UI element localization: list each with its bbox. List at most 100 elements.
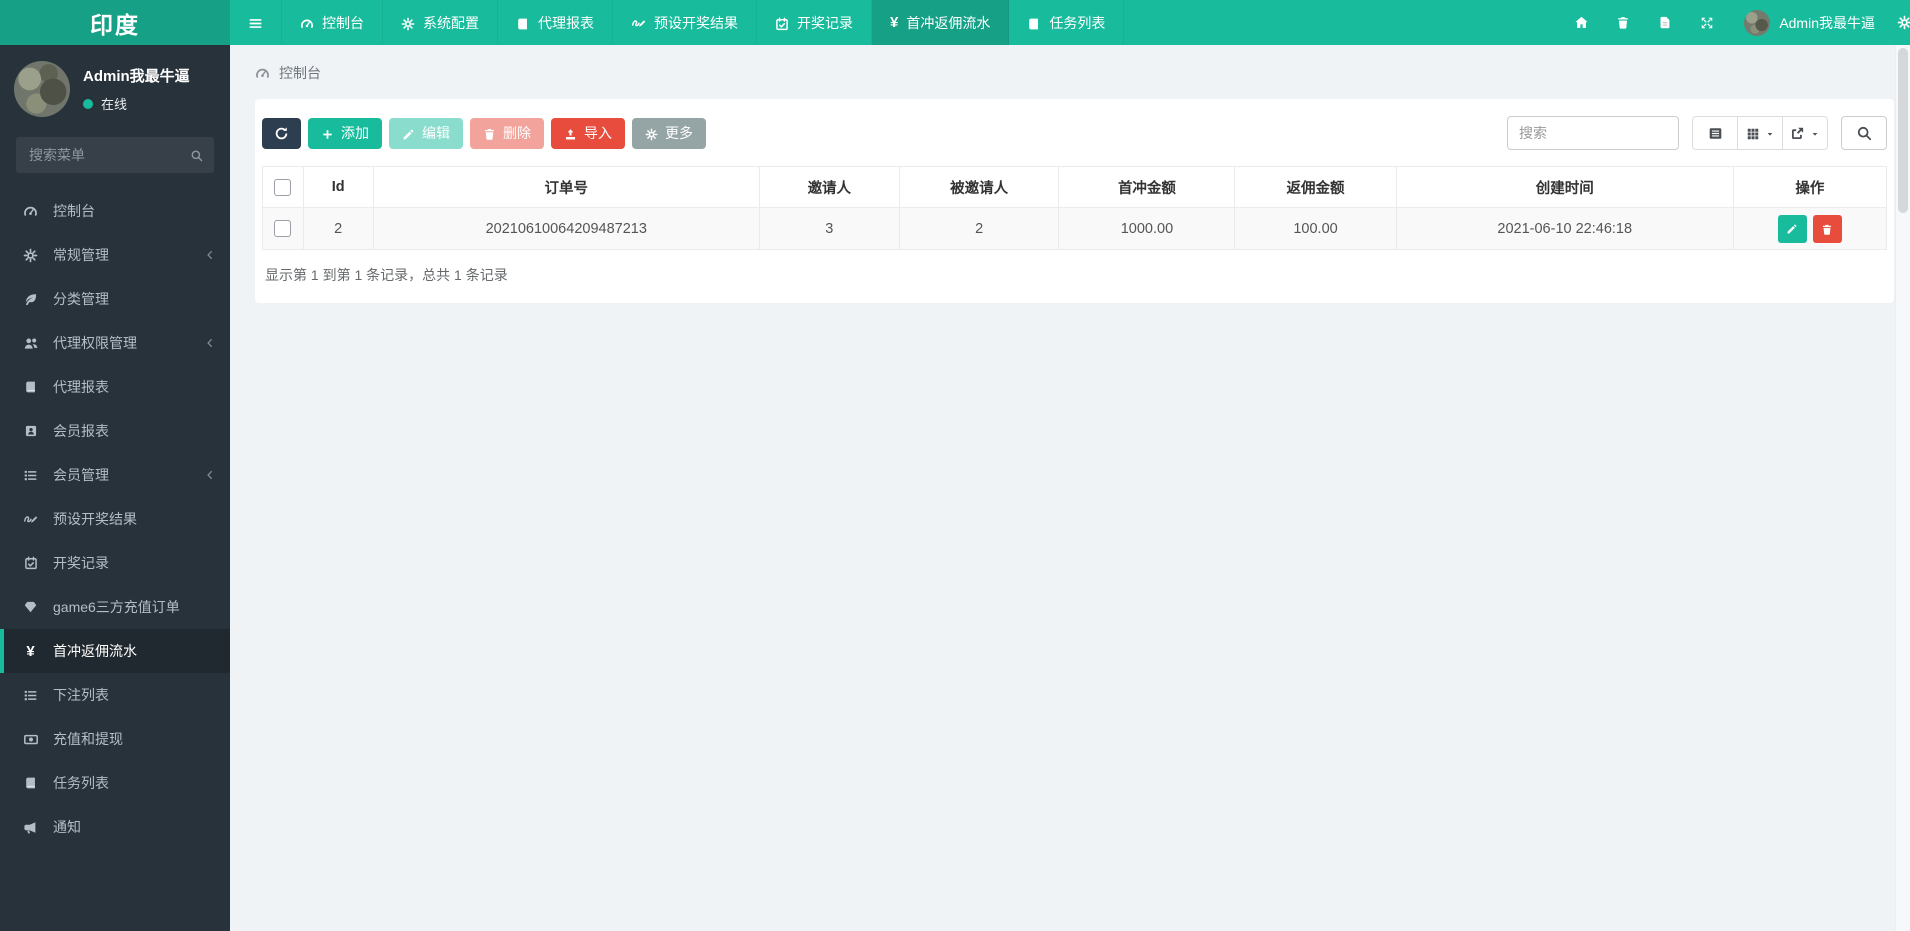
cell-id: 2 bbox=[302, 207, 374, 250]
sidebar-item-lottery-record[interactable]: 开奖记录 bbox=[0, 541, 230, 585]
sidebar-username: Admin我最牛逼 bbox=[83, 68, 190, 85]
toolbar: 添加 编辑 删除 导入 更多 bbox=[262, 116, 1887, 150]
row-delete-button[interactable] bbox=[1812, 214, 1842, 243]
list-icon bbox=[21, 688, 40, 703]
trash-icon bbox=[1821, 221, 1833, 236]
gear-icon[interactable] bbox=[1889, 15, 1910, 30]
column-header-rebate[interactable]: 返佣金额 bbox=[1234, 166, 1397, 208]
id-card-icon bbox=[21, 424, 40, 438]
pen-icon bbox=[631, 14, 646, 31]
sidebar-item-dashboard[interactable]: 控制台 bbox=[0, 189, 230, 233]
tab-lottery-record[interactable]: 开奖记录 bbox=[757, 0, 872, 45]
book-icon bbox=[21, 776, 40, 790]
scrollbar-thumb[interactable] bbox=[1898, 48, 1908, 213]
avatar[interactable] bbox=[1744, 9, 1771, 36]
pagination-summary: 显示第 1 到第 1 条记录，总共 1 条记录 bbox=[265, 267, 508, 283]
calendar-icon bbox=[21, 556, 40, 570]
leaf-icon bbox=[21, 292, 40, 307]
columns-dropdown-button[interactable] bbox=[1737, 116, 1783, 150]
edit-button[interactable]: 编辑 bbox=[389, 117, 463, 149]
upload-icon bbox=[564, 125, 577, 141]
select-all-checkbox[interactable] bbox=[274, 178, 292, 196]
yen-icon: ¥ bbox=[890, 14, 899, 31]
delete-button[interactable]: 删除 bbox=[470, 117, 544, 149]
import-button[interactable]: 导入 bbox=[551, 117, 625, 149]
add-button[interactable]: 添加 bbox=[308, 117, 382, 149]
sidebar-menu: 控制台 常规管理 分类管理 代理权限管理 代理报表 会员报表 会员管理 预设开奖… bbox=[0, 189, 230, 849]
table-header-row: Id 订单号 邀请人 被邀请人 首冲金额 返佣金额 创建时间 操作 bbox=[262, 166, 1888, 208]
breadcrumb-label: 控制台 bbox=[279, 65, 321, 81]
caret-down-icon bbox=[1810, 126, 1820, 141]
top-header: 印度 控制台 系统配置 代理报表 预设开奖结果 开奖记录 ¥ 首冲返佣流水 任务列… bbox=[0, 0, 1910, 45]
export-icon bbox=[1790, 125, 1805, 141]
list-alt-icon bbox=[1708, 125, 1723, 141]
more-button[interactable]: 更多 bbox=[632, 117, 706, 149]
sidebar-item-preset-lottery-result[interactable]: 预设开奖结果 bbox=[0, 497, 230, 541]
sidebar-item-member-management[interactable]: 会员管理 bbox=[0, 453, 230, 497]
pencil-icon bbox=[1786, 221, 1798, 236]
sidebar-item-agent-permission[interactable]: 代理权限管理 bbox=[0, 321, 230, 365]
column-header-created-at[interactable]: 创建时间 bbox=[1395, 166, 1734, 208]
tab-first-charge-rebate[interactable]: ¥ 首冲返佣流水 bbox=[872, 0, 1010, 45]
sidebar-user-panel: Admin我最牛逼 在线 bbox=[0, 45, 230, 129]
sidebar-item-task-list[interactable]: 任务列表 bbox=[0, 761, 230, 805]
calendar-icon bbox=[775, 14, 789, 30]
tab-task-list[interactable]: 任务列表 bbox=[1009, 0, 1125, 45]
search-icon bbox=[190, 147, 203, 165]
row-checkbox[interactable] bbox=[274, 220, 292, 237]
avatar[interactable] bbox=[14, 61, 70, 117]
column-header-id[interactable]: Id bbox=[302, 166, 374, 208]
column-header-order-no[interactable]: 订单号 bbox=[372, 166, 760, 208]
sidebar-item-category-management[interactable]: 分类管理 bbox=[0, 277, 230, 321]
sidebar-item-first-charge-rebate[interactable]: ¥ 首冲返佣流水 bbox=[0, 629, 230, 673]
sidebar-toggle-button[interactable] bbox=[230, 0, 282, 45]
cell-actions bbox=[1732, 207, 1888, 250]
column-header-inviter[interactable]: 邀请人 bbox=[758, 166, 900, 208]
sidebar-item-member-report[interactable]: 会员报表 bbox=[0, 409, 230, 453]
caret-down-icon bbox=[1765, 126, 1775, 141]
scrollbar-track[interactable] bbox=[1895, 45, 1910, 931]
online-status: 在线 bbox=[83, 94, 190, 113]
detail-view-button[interactable] bbox=[1692, 116, 1738, 150]
header-username[interactable]: Admin我最牛逼 bbox=[1779, 13, 1875, 33]
tab-preset-lottery-result[interactable]: 预设开奖结果 bbox=[613, 0, 757, 45]
tab-agent-report[interactable]: 代理报表 bbox=[498, 0, 613, 45]
column-header-invitee[interactable]: 被邀请人 bbox=[898, 166, 1060, 208]
sidebar-item-agent-report[interactable]: 代理报表 bbox=[0, 365, 230, 409]
chevron-left-icon bbox=[204, 469, 216, 481]
book-icon bbox=[21, 380, 40, 394]
status-dot-icon bbox=[83, 98, 93, 109]
refresh-button[interactable] bbox=[262, 117, 301, 149]
sidebar-item-bet-list[interactable]: 下注列表 bbox=[0, 673, 230, 717]
gauge-icon bbox=[255, 65, 270, 82]
column-header-actions: 操作 bbox=[1732, 166, 1888, 208]
export-dropdown-button[interactable] bbox=[1782, 116, 1828, 150]
breadcrumb: 控制台 bbox=[230, 45, 1910, 98]
select-all-cell bbox=[262, 166, 304, 208]
row-edit-button[interactable] bbox=[1777, 214, 1807, 243]
column-header-first-charge[interactable]: 首冲金额 bbox=[1058, 166, 1236, 208]
doc-icon[interactable] bbox=[1644, 15, 1686, 30]
gear-icon bbox=[401, 14, 415, 30]
trash-icon[interactable] bbox=[1602, 15, 1644, 30]
table-row[interactable]: 2 20210610064209487213 3 2 1000.00 100.0… bbox=[262, 207, 1888, 250]
money-icon bbox=[21, 732, 40, 747]
table-search-input[interactable] bbox=[1507, 116, 1679, 150]
bullhorn-icon bbox=[21, 820, 40, 835]
main-content: 控制台 添加 编辑 删除 导入 更多 搜索 Id 订单号 邀请人 被邀请人 首冲… bbox=[230, 45, 1910, 931]
home-icon[interactable] bbox=[1560, 15, 1602, 30]
menu-search-input[interactable] bbox=[16, 137, 214, 173]
sidebar-item-general-management[interactable]: 常规管理 bbox=[0, 233, 230, 277]
grid-icon bbox=[1746, 125, 1760, 140]
sidebar-item-notification[interactable]: 通知 bbox=[0, 805, 230, 849]
sidebar-item-game6-recharge-orders[interactable]: game6三方充值订单 bbox=[0, 585, 230, 629]
sidebar-item-recharge-withdraw[interactable]: 充值和提现 bbox=[0, 717, 230, 761]
expand-icon[interactable] bbox=[1686, 16, 1728, 30]
refresh-icon bbox=[274, 125, 289, 142]
tab-system-config[interactable]: 系统配置 bbox=[383, 0, 498, 45]
advanced-search-button[interactable] bbox=[1841, 116, 1887, 150]
cell-created-at: 2021-06-10 22:46:18 bbox=[1395, 207, 1734, 250]
tab-dashboard[interactable]: 控制台 bbox=[282, 0, 383, 45]
search-icon bbox=[1856, 125, 1872, 141]
row-select-cell bbox=[262, 207, 304, 250]
